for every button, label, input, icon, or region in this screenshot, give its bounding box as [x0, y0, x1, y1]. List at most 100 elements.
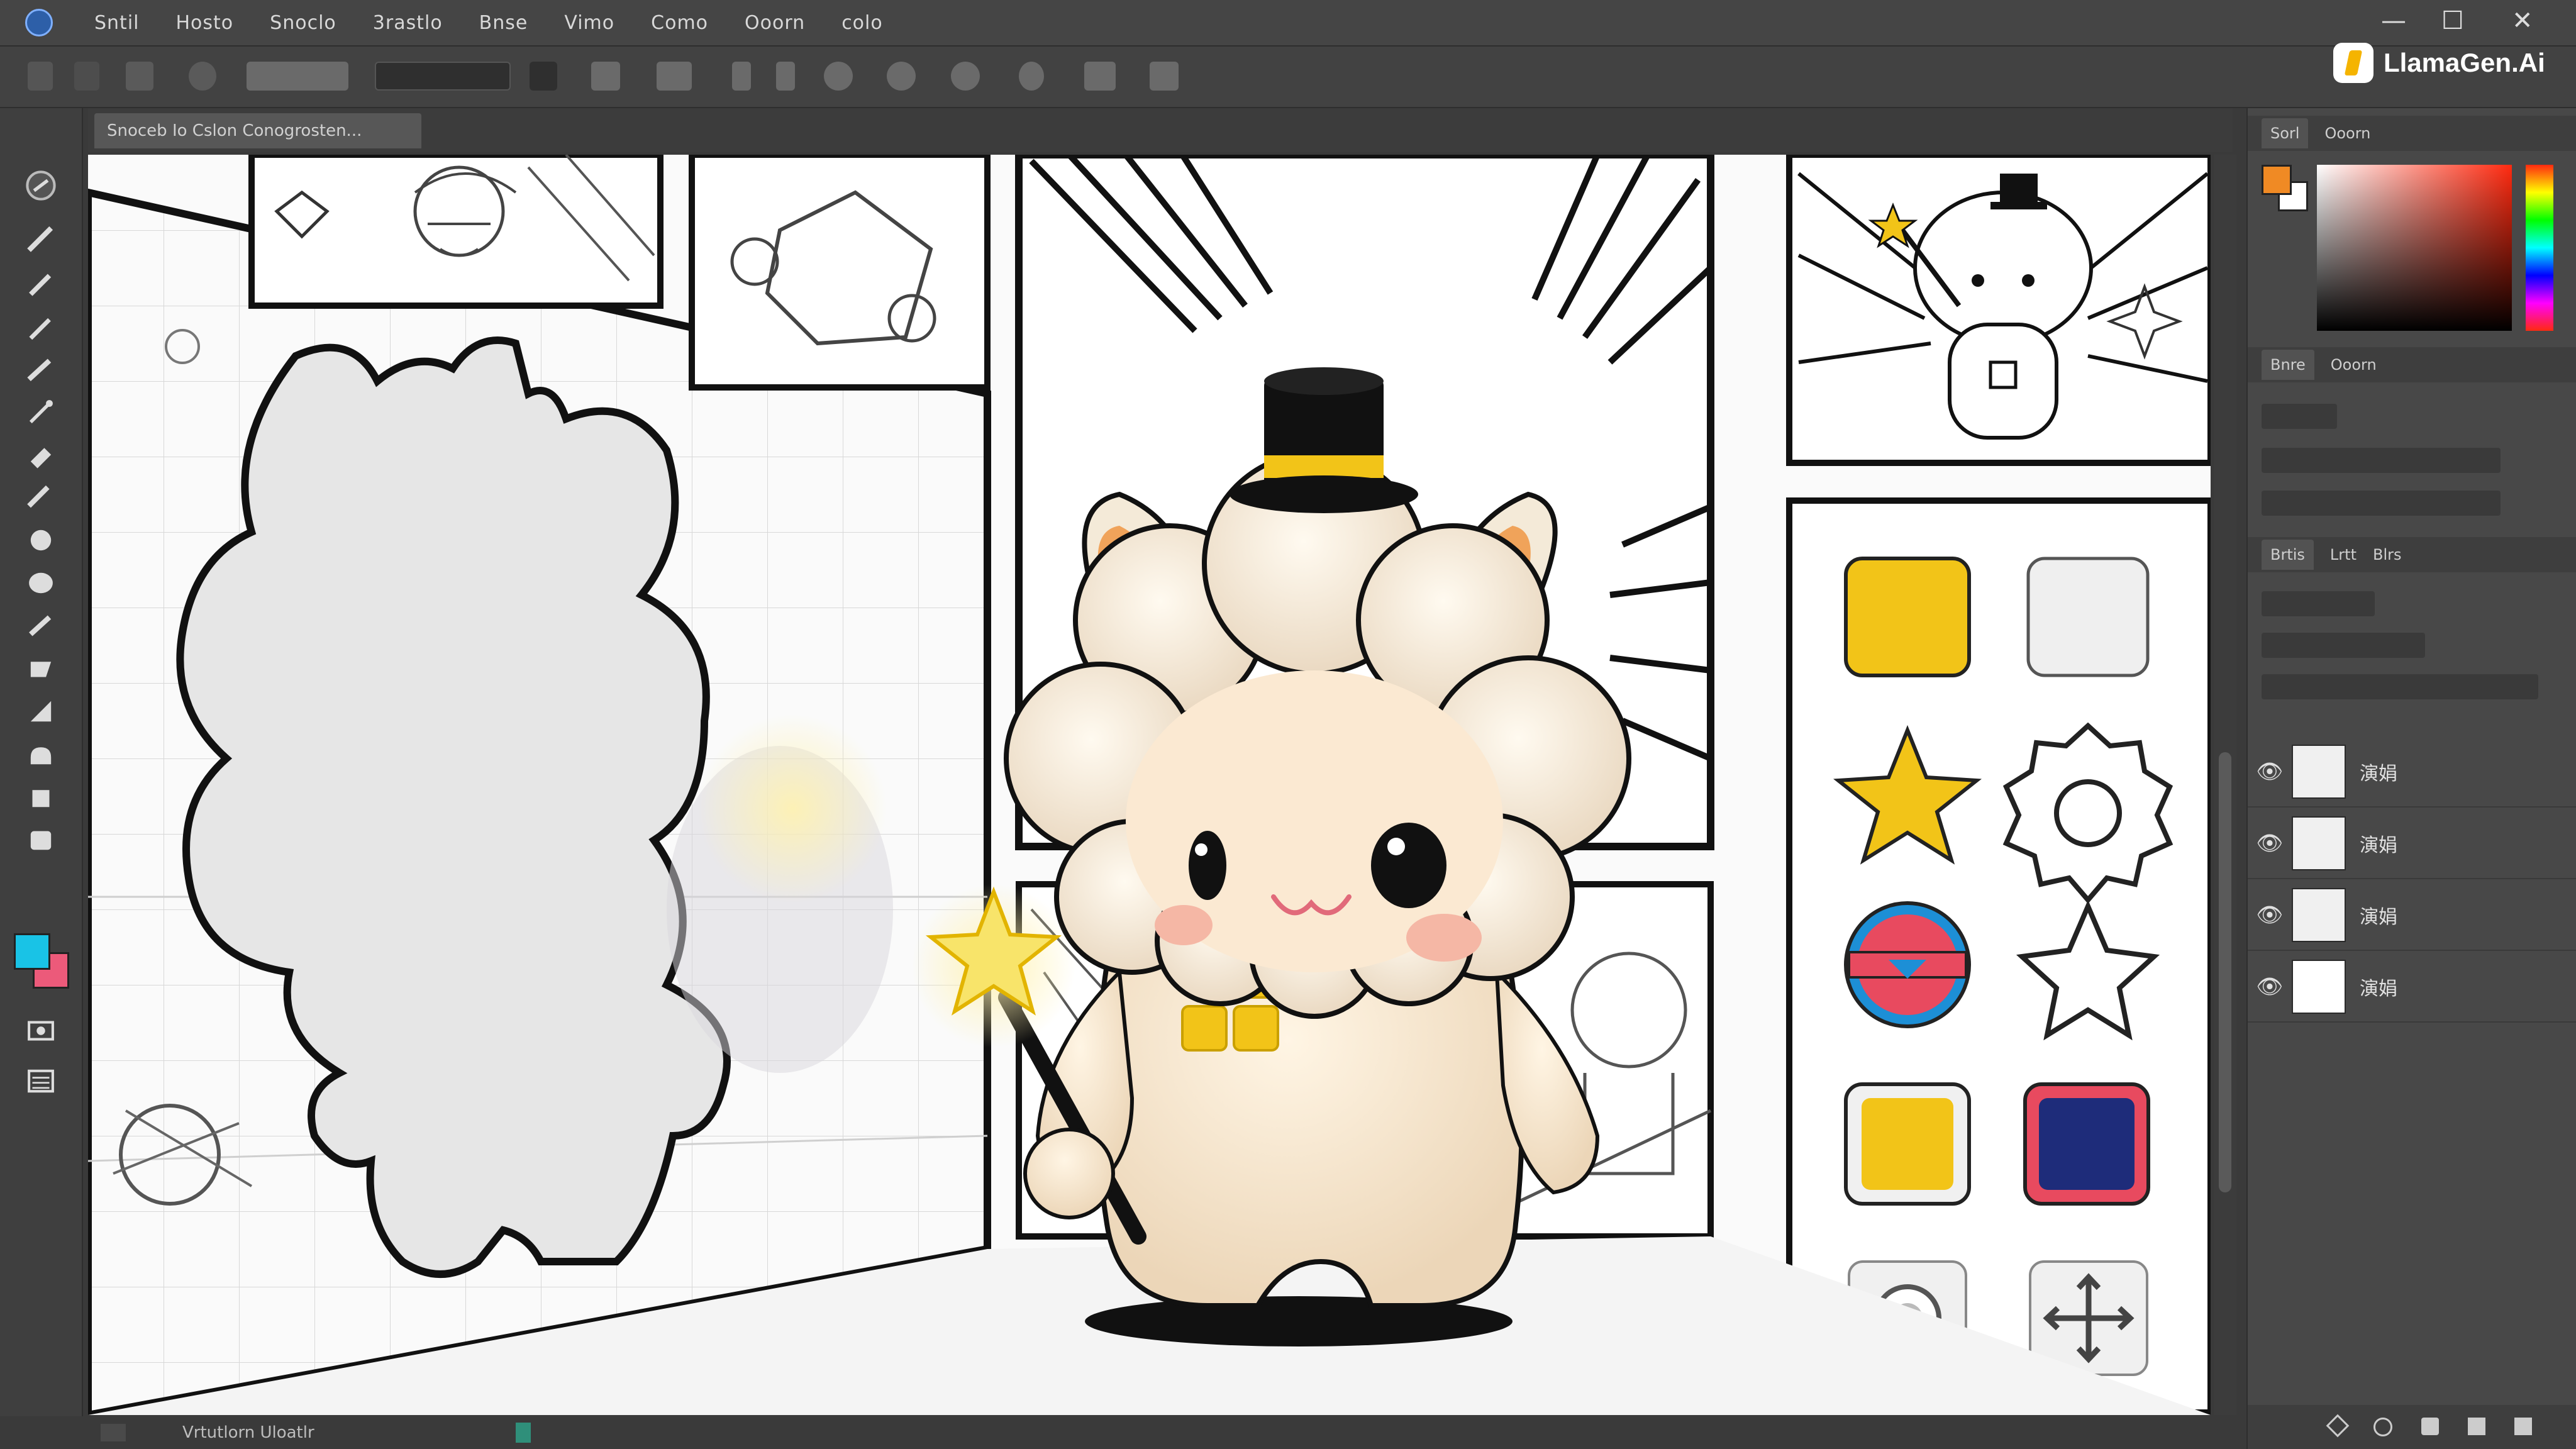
- menu-item[interactable]: Como: [651, 12, 708, 34]
- vertical-scrollbar[interactable]: [2214, 155, 2236, 1415]
- layer-row[interactable]: 👁 演娟: [2248, 809, 2576, 879]
- layer-row[interactable]: 👁 演娟: [2248, 952, 2576, 1023]
- export-icon[interactable]: [1150, 62, 1179, 91]
- menu-item[interactable]: Hosto: [176, 12, 234, 34]
- lock-icon[interactable]: [732, 62, 751, 91]
- document-tab[interactable]: Snoceb Io Cslon Conogrosten...: [94, 113, 421, 148]
- foreground-color-chip[interactable]: [2262, 165, 2292, 195]
- layer-name: 演娟: [2360, 763, 2397, 785]
- tab-channels[interactable]: Lrtt: [2330, 546, 2357, 564]
- delete-layer-icon[interactable]: [2514, 1418, 2532, 1435]
- brush-option-row[interactable]: [2262, 448, 2501, 473]
- tab-brush[interactable]: Bnre: [2262, 350, 2314, 380]
- tab-options[interactable]: Ooorn: [2331, 356, 2377, 374]
- tab-layers[interactable]: Brtis: [2262, 540, 2314, 570]
- new-group-icon[interactable]: [2421, 1418, 2439, 1435]
- canvas-artwork: [88, 155, 2211, 1415]
- layer-thumbnail: [2292, 745, 2346, 799]
- opacity-field[interactable]: [375, 62, 511, 91]
- back-icon[interactable]: [28, 62, 53, 91]
- ring-badge-icon[interactable]: [1844, 901, 1971, 1028]
- lasso-icon[interactable]: [21, 170, 60, 201]
- link-icon[interactable]: [776, 62, 795, 91]
- color-chip-icon[interactable]: [530, 62, 557, 91]
- llamagen-logo-icon: [2333, 43, 2373, 83]
- brush-icon[interactable]: [21, 224, 60, 253]
- menu-item[interactable]: colo: [841, 12, 883, 34]
- brush-option-row[interactable]: [2262, 404, 2337, 429]
- blend-mode-select[interactable]: [2262, 591, 2375, 616]
- drawing-canvas[interactable]: [88, 155, 2211, 1415]
- swatch-panel-tabs: Bnre Ooorn: [2248, 347, 2576, 382]
- white-square-icon[interactable]: [2026, 557, 2150, 677]
- eye-icon[interactable]: 👁: [2248, 759, 2292, 784]
- selection-icon[interactable]: [657, 62, 692, 91]
- hue-slider[interactable]: [2526, 165, 2553, 331]
- tab-paths[interactable]: Blrs: [2373, 546, 2402, 564]
- brush-size-field[interactable]: [247, 62, 348, 91]
- status-text: Vrtutlorn Uloatlr: [182, 1423, 314, 1442]
- pen-icon[interactable]: [21, 312, 60, 341]
- add-mask-icon[interactable]: [2373, 1418, 2392, 1436]
- new-layer-icon[interactable]: [2468, 1418, 2485, 1435]
- menu-item[interactable]: Sntil: [94, 12, 140, 34]
- menu-item[interactable]: Bnse: [479, 12, 528, 34]
- lock-options-row[interactable]: [2262, 674, 2538, 699]
- shape-icon[interactable]: [21, 654, 60, 683]
- zoom-field[interactable]: [101, 1424, 126, 1441]
- ellipse-icon[interactable]: [21, 569, 60, 597]
- tab-swatches[interactable]: Ooorn: [2324, 125, 2370, 142]
- minimize-button[interactable]: —: [2381, 6, 2406, 35]
- brush-option-row[interactable]: [2262, 491, 2501, 516]
- fill-icon[interactable]: [21, 440, 60, 469]
- smudge-icon[interactable]: [21, 611, 60, 640]
- opacity-select[interactable]: [2262, 633, 2425, 658]
- tab-color[interactable]: Sorl: [2262, 118, 2309, 148]
- right-panel: Sorl Ooorn Bnre Ooorn Brtis Lrtt Blrs 👁 …: [2246, 108, 2576, 1449]
- eye-icon[interactable]: 👁: [2248, 974, 2292, 999]
- navy-square-icon[interactable]: [2023, 1082, 2150, 1206]
- link-layers-icon[interactable]: [2326, 1414, 2350, 1438]
- cloud-icon[interactable]: [824, 62, 853, 91]
- maximize-button[interactable]: ☐: [2441, 6, 2464, 35]
- badge-icon[interactable]: [1019, 62, 1044, 91]
- yellow-square-icon[interactable]: [1844, 557, 1971, 677]
- blend-icon[interactable]: [21, 526, 60, 555]
- layer-row[interactable]: 👁 演娟: [2248, 737, 2576, 808]
- hand-icon[interactable]: [21, 740, 60, 769]
- screen-mode-icon[interactable]: [21, 1067, 60, 1096]
- shield-icon[interactable]: [951, 62, 980, 91]
- app-logo-icon[interactable]: [25, 9, 53, 36]
- quick-mask-icon[interactable]: [21, 1016, 60, 1045]
- zoom-icon[interactable]: [21, 782, 60, 811]
- menu-item[interactable]: Snoclo: [270, 12, 336, 34]
- brush-preset-icon[interactable]: [189, 62, 216, 91]
- airbrush-icon[interactable]: [21, 397, 60, 426]
- eye-icon[interactable]: 👁: [2248, 831, 2292, 856]
- menu-item[interactable]: Ooorn: [745, 12, 805, 34]
- ruler-icon[interactable]: [21, 697, 60, 726]
- menu-bar: Sntil Hosto Snoclo 3rastlo Bnse Vimo Com…: [0, 0, 2576, 47]
- layer-thumbnail: [2292, 888, 2346, 942]
- color-field[interactable]: [2317, 165, 2512, 331]
- pencil-icon[interactable]: [21, 268, 60, 297]
- scroll-thumb[interactable]: [2219, 752, 2231, 1192]
- foreground-color-swatch[interactable]: [14, 933, 50, 970]
- image-icon[interactable]: [1084, 62, 1116, 91]
- globe-icon[interactable]: [887, 62, 916, 91]
- yellow-square-frame-icon[interactable]: [1844, 1082, 1971, 1206]
- close-button[interactable]: ✕: [2512, 6, 2533, 35]
- layer-row[interactable]: 👁 演娟: [2248, 880, 2576, 951]
- sketch-panel-1: [248, 155, 663, 309]
- layer-name: 演娟: [2360, 835, 2397, 857]
- menu-item[interactable]: Vimo: [564, 12, 614, 34]
- fill-mode-icon[interactable]: [591, 62, 620, 91]
- marker-icon[interactable]: [21, 355, 60, 384]
- layer-name: 演娟: [2360, 978, 2397, 1000]
- document-icon[interactable]: [126, 62, 153, 91]
- menu-item[interactable]: 3rastlo: [373, 12, 443, 34]
- eraser-icon[interactable]: [21, 483, 60, 512]
- undo-icon[interactable]: [74, 62, 99, 91]
- text-icon[interactable]: [21, 825, 60, 854]
- eye-icon[interactable]: 👁: [2248, 902, 2292, 928]
